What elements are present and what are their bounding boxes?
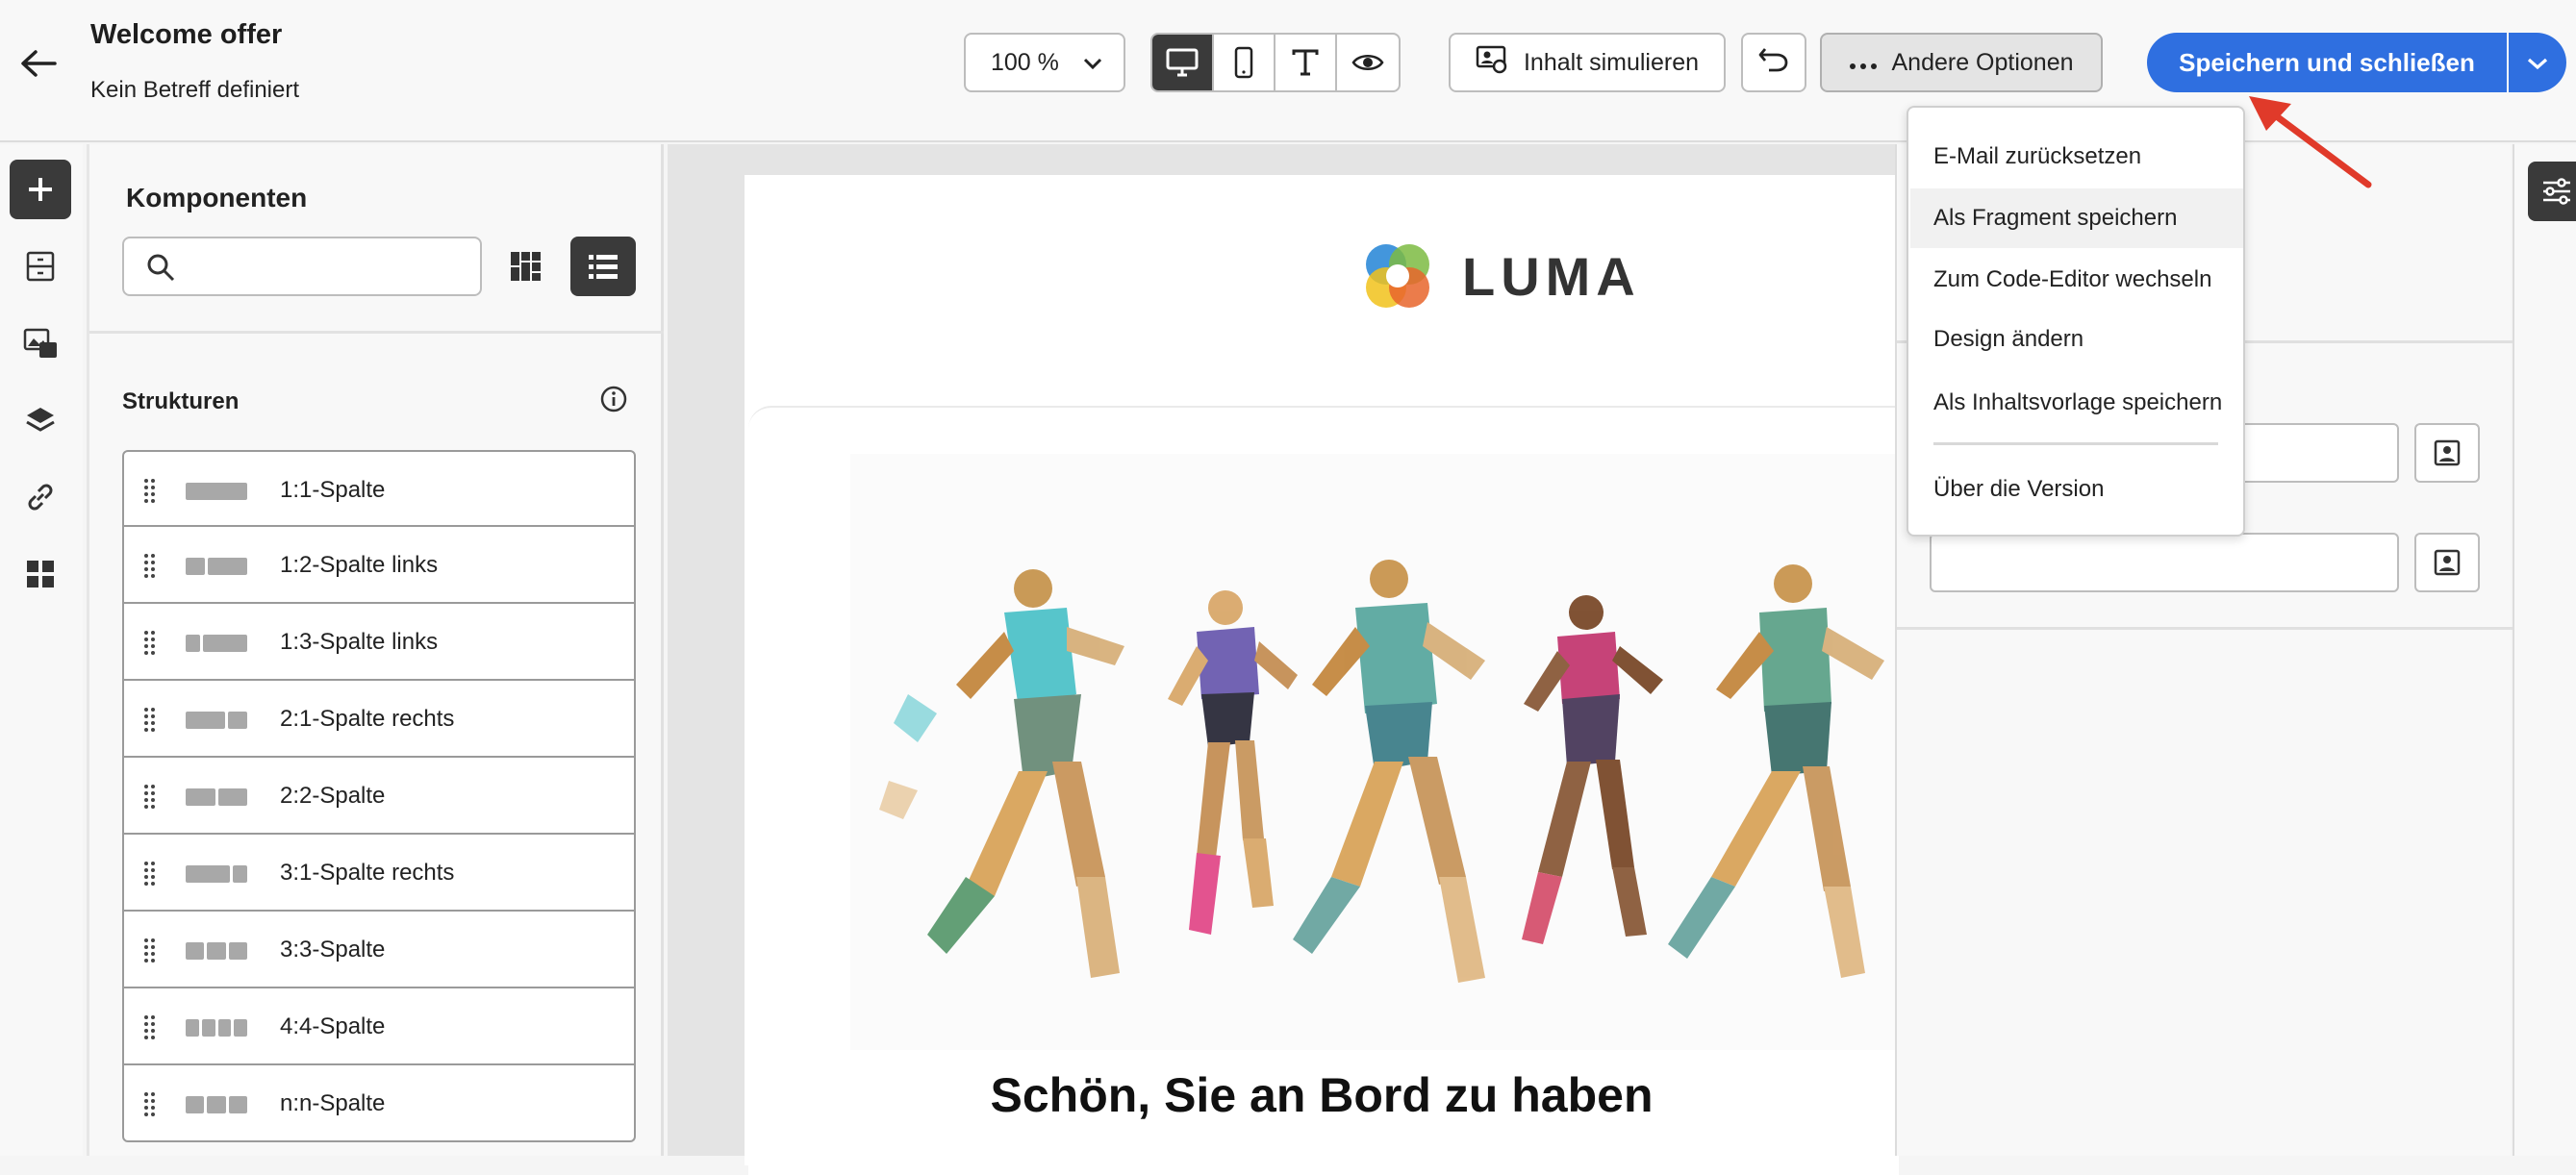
structure-label: 1:2-Spalte links: [280, 552, 439, 578]
more-options-menu: E-Mail zurücksetzen Als Fragment speiche…: [1907, 106, 2245, 537]
runners-hero-image[interactable]: [850, 454, 1895, 1050]
structure-row[interactable]: 1:2-Spalte links: [122, 527, 636, 604]
drag-handle-icon[interactable]: [143, 937, 157, 968]
zoom-value: 100 %: [991, 48, 1059, 76]
undo-button[interactable]: [1741, 33, 1806, 92]
personalize-icon[interactable]: [2414, 423, 2480, 483]
menu-item-save-as-fragment[interactable]: Als Fragment speichern: [1910, 188, 2243, 248]
drag-handle-icon[interactable]: [143, 552, 157, 584]
components-title: Komponenten: [126, 183, 308, 212]
info-icon[interactable]: [599, 385, 628, 413]
structure-label: n:n-Spalte: [280, 1090, 386, 1116]
structure-row[interactable]: 3:3-Spalte: [122, 912, 636, 988]
back-arrow-icon[interactable]: [17, 42, 60, 85]
layers-icon[interactable]: [10, 390, 71, 450]
structure-thumbnail-icon: [186, 712, 247, 729]
link-icon[interactable]: [10, 467, 71, 527]
structures-title: Strukturen: [122, 388, 240, 414]
structure-thumbnail-icon: [186, 635, 247, 652]
chevron-down-icon: [1083, 49, 1102, 77]
drag-handle-icon[interactable]: [143, 706, 157, 738]
drag-handle-icon[interactable]: [143, 1090, 157, 1122]
menu-item-about-version[interactable]: Über die Version: [1910, 460, 2243, 519]
structure-row[interactable]: 3:1-Spalte rechts: [122, 835, 636, 912]
structure-thumbnail-icon: [186, 1019, 247, 1037]
structure-label: 1:1-Spalte: [280, 477, 386, 503]
fragments-icon[interactable]: [10, 544, 71, 604]
structure-thumbnail-icon: [186, 558, 247, 575]
drag-handle-icon[interactable]: [143, 860, 157, 891]
structure-row[interactable]: 4:4-Spalte: [122, 988, 636, 1065]
divider: [89, 331, 664, 334]
structure-thumbnail-icon: [186, 942, 247, 960]
structure-label: 3:1-Spalte rechts: [280, 860, 455, 886]
components-search-input[interactable]: [122, 237, 482, 296]
drag-handle-icon[interactable]: [143, 477, 157, 509]
more-options-label: Andere Optionen: [1891, 48, 2074, 76]
annotation-arrow-icon: [2249, 96, 2372, 188]
email-headline: Schön, Sie an Bord zu haben: [990, 1068, 1654, 1122]
more-dots-icon: [1849, 49, 1878, 77]
drag-handle-icon[interactable]: [143, 1013, 157, 1045]
settings-input-2[interactable]: [1930, 533, 2399, 592]
luma-logo-mark: [1366, 244, 1429, 308]
drag-handle-icon[interactable]: [143, 629, 157, 661]
structure-row[interactable]: n:n-Spalte: [122, 1065, 636, 1142]
structure-thumbnail-icon: [186, 1096, 247, 1113]
undo-icon: [1757, 45, 1790, 81]
preview-eye-icon[interactable]: [1337, 35, 1399, 90]
menu-item-change-design[interactable]: Design ändern: [1910, 310, 2243, 369]
subject-line: Kein Betreff definiert: [90, 77, 300, 103]
structure-label: 1:3-Spalte links: [280, 629, 439, 655]
structure-label: 3:3-Spalte: [280, 937, 386, 962]
structure-row[interactable]: 1:1-Spalte: [122, 450, 636, 527]
drag-handle-icon[interactable]: [143, 783, 157, 814]
media-icon[interactable]: [10, 313, 71, 373]
left-tool-rail: [0, 144, 83, 1156]
grid-view-icon[interactable]: [503, 244, 547, 288]
zoom-select[interactable]: 100 %: [964, 33, 1125, 92]
save-and-close-button[interactable]: Speichern und schließen: [2147, 33, 2507, 92]
structure-thumbnail-icon: [186, 865, 247, 883]
structure-thumbnail-icon: [186, 483, 247, 500]
email-canvas: LUMA Schön, Sie an Bord zu haben: [668, 144, 1899, 1175]
add-icon[interactable]: [10, 160, 71, 219]
structure-label: 2:2-Spalte: [280, 783, 386, 809]
chevron-down-icon: [2527, 49, 2548, 77]
menu-item-save-as-template[interactable]: Als Inhaltsvorlage speichern: [1910, 373, 2243, 433]
page-title: Welcome offer: [90, 19, 283, 50]
desktop-view-icon[interactable]: [1152, 35, 1215, 90]
simulate-content-button[interactable]: Inhalt simulieren: [1449, 33, 1726, 92]
simulate-icon: [1476, 45, 1508, 81]
email-body: LUMA Schön, Sie an Bord zu haben: [745, 175, 1899, 1175]
text-view-icon[interactable]: [1275, 35, 1338, 90]
more-options-button[interactable]: Andere Optionen: [1820, 33, 2103, 92]
structure-row[interactable]: 1:3-Spalte links: [122, 604, 636, 681]
structures-list: 1:1-Spalte 1:2-Spalte links 1:3-Spalte lin…: [122, 450, 636, 1142]
menu-item-code-editor[interactable]: Zum Code-Editor wechseln: [1910, 250, 2243, 310]
logo-text: LUMA: [1462, 245, 1641, 307]
structure-icon[interactable]: [10, 237, 71, 296]
structure-row[interactable]: 2:2-Spalte: [122, 758, 636, 835]
structure-label: 2:1-Spalte rechts: [280, 706, 455, 732]
luma-logo: LUMA: [1354, 233, 1641, 319]
settings-sliders-icon[interactable]: [2528, 162, 2576, 221]
search-icon: [145, 252, 176, 288]
mobile-view-icon[interactable]: [1214, 35, 1276, 90]
structure-label: 4:4-Spalte: [280, 1013, 386, 1039]
menu-divider: [1933, 442, 2218, 445]
view-mode-switcher: [1150, 33, 1401, 92]
structure-thumbnail-icon: [186, 788, 247, 806]
list-view-icon[interactable]: [570, 237, 636, 296]
simulate-label: Inhalt simulieren: [1523, 48, 1700, 76]
right-tool-rail: [2513, 144, 2576, 1156]
save-options-dropdown[interactable]: [2509, 33, 2566, 92]
structure-row[interactable]: 2:1-Spalte rechts: [122, 681, 636, 758]
menu-item-reset-email[interactable]: E-Mail zurücksetzen: [1910, 127, 2243, 187]
personalize-icon[interactable]: [2414, 533, 2480, 592]
components-panel: Komponenten Strukturen 1:1-Spalte 1:2-Spa…: [87, 144, 664, 1156]
divider: [1897, 627, 2513, 630]
